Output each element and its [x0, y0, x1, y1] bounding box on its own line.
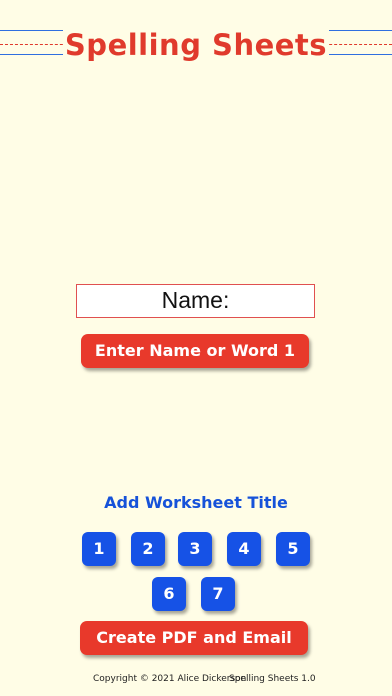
sheet-button-3[interactable]: 3	[178, 532, 212, 566]
app-title-text: Spelling Sheets	[62, 28, 330, 62]
sheet-button-2[interactable]: 2	[131, 532, 165, 566]
sheet-button-5[interactable]: 5	[276, 532, 310, 566]
name-field[interactable]: Name:	[76, 284, 315, 318]
create-pdf-button[interactable]: Create PDF and Email	[80, 621, 308, 655]
sheet-button-1[interactable]: 1	[82, 532, 116, 566]
sheet-button-4[interactable]: 4	[227, 532, 261, 566]
version-text: Spelling Sheets 1.0	[229, 674, 316, 684]
app-screen: Spelling Sheets Name: Enter Name or Word…	[0, 0, 392, 696]
sheet-button-6[interactable]: 6	[152, 577, 186, 611]
app-title: Spelling Sheets	[0, 28, 392, 62]
copyright-text: Copyright © 2021 Alice Dickerson	[93, 674, 247, 684]
enter-name-button[interactable]: Enter Name or Word 1	[81, 334, 309, 368]
add-worksheet-title-button[interactable]: Add Worksheet Title	[0, 493, 392, 512]
header: Spelling Sheets	[0, 0, 392, 64]
sheet-button-7[interactable]: 7	[201, 577, 235, 611]
